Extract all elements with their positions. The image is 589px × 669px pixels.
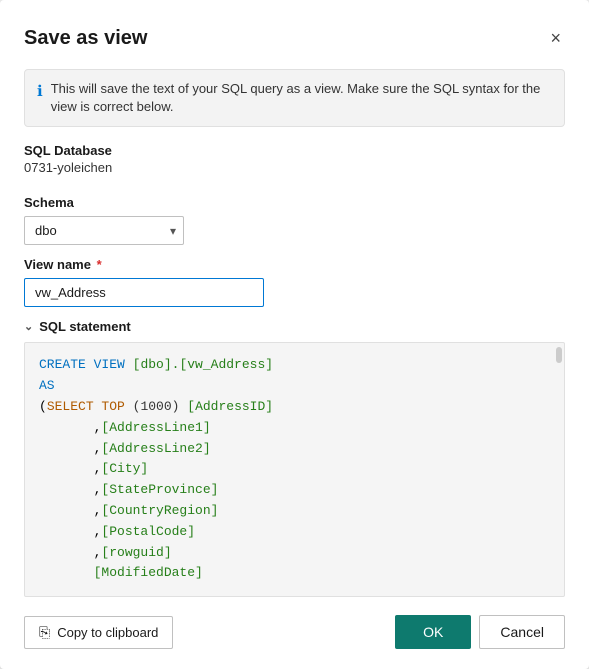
view-name-label: View name * [24,257,565,272]
footer-actions: ⎘ Copy to clipboard OK Cancel [24,615,565,649]
code-line-1: CREATE VIEW [dbo].[vw_Address] [39,355,550,376]
code-line-3: (SELECT TOP (1000) [AddressID] [39,397,550,418]
db-label: SQL Database [24,143,565,158]
chevron-collapse-icon: ⌄ [24,320,33,333]
code-line-8: ,[CountryRegion] [39,501,550,522]
copy-icon: ⎘ [39,624,50,641]
schema-select-wrapper: dbo sys guest ▾ [24,216,184,245]
info-text: This will save the text of your SQL quer… [51,80,552,116]
close-button[interactable]: × [546,24,565,53]
ok-button[interactable]: OK [395,615,471,649]
save-as-view-dialog: Save as view × ℹ This will save the text… [0,0,589,669]
code-line-9: ,[PostalCode] [39,522,550,543]
code-line-7: ,[StateProvince] [39,480,550,501]
db-field-group: SQL Database 0731-yoleichen [24,143,565,183]
schema-select[interactable]: dbo sys guest [24,216,184,245]
dialog-header: Save as view × [24,24,565,53]
view-name-input[interactable] [24,278,264,307]
code-line-6: ,[City] [39,459,550,480]
dialog-button-group: OK Cancel [395,615,565,649]
sql-code-area[interactable]: CREATE VIEW [dbo].[vw_Address] AS (SELEC… [24,342,565,597]
code-line-10: ,[rowguid] [39,543,550,564]
close-icon: × [550,28,561,49]
sql-code: CREATE VIEW [dbo].[vw_Address] AS (SELEC… [39,355,550,584]
required-star: * [93,257,102,272]
db-value: 0731-yoleichen [24,160,565,175]
code-line-5: ,[AddressLine2] [39,439,550,460]
copy-label: Copy to clipboard [57,625,158,640]
code-line-4: ,[AddressLine1] [39,418,550,439]
info-icon: ℹ [37,81,43,102]
sql-statement-header[interactable]: ⌄ SQL statement [24,319,565,334]
schema-label: Schema [24,195,565,210]
schema-field-group: Schema dbo sys guest ▾ [24,195,565,245]
dialog-title: Save as view [24,27,147,50]
code-line-2: AS [39,376,550,397]
copy-to-clipboard-button[interactable]: ⎘ Copy to clipboard [24,616,173,649]
cancel-button[interactable]: Cancel [479,615,565,649]
info-banner: ℹ This will save the text of your SQL qu… [24,69,565,127]
scrollbar-thumb[interactable] [556,347,562,363]
view-name-field-group: View name * [24,257,565,307]
sql-statement-label: SQL statement [39,319,131,334]
code-line-11: [ModifiedDate] [39,563,550,584]
